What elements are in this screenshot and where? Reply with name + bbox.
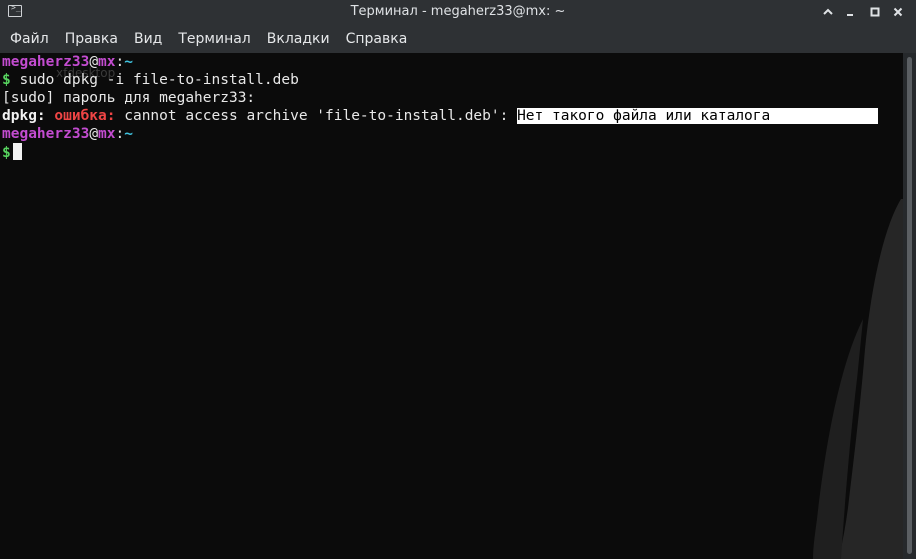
menu-file[interactable]: Файл xyxy=(2,25,57,53)
menu-edit[interactable]: Правка xyxy=(57,25,126,53)
menu-view[interactable]: Вид xyxy=(126,25,170,53)
keep-above-icon[interactable] xyxy=(818,2,838,22)
title-bar[interactable]: >_ Терминал - megaherz33@mx: ~ xyxy=(0,0,916,25)
minimize-icon[interactable] xyxy=(840,2,860,22)
text-cursor xyxy=(12,143,22,160)
close-icon[interactable] xyxy=(888,2,908,22)
menu-terminal[interactable]: Терминал xyxy=(170,25,258,53)
prompt-line-1: megaherz33@mx:~ xyxy=(2,54,133,70)
error-line: dpkg: ошибка: cannot access archive 'fil… xyxy=(2,107,879,125)
prompt-line-2: megaherz33@mx:~ xyxy=(2,126,133,142)
menu-help[interactable]: Справка xyxy=(338,25,416,53)
window-title: Терминал - megaherz33@mx: ~ xyxy=(350,4,566,19)
menu-tabs[interactable]: Вкладки xyxy=(259,25,338,53)
terminal-output[interactable]: xfdesktop megaherz33@mx:~ $ sudo dpkg -i… xyxy=(0,53,903,559)
command-line: $ sudo dpkg -i file-to-install.deb xyxy=(2,72,299,88)
active-prompt-line[interactable]: $ xyxy=(2,143,22,161)
terminal-window: >_ Терминал - megaherz33@mx: ~ Файл Прав… xyxy=(0,0,916,559)
menu-bar: Файл Правка Вид Терминал Вкладки Справка xyxy=(0,25,916,53)
selected-text[interactable]: Нет такого файла или каталога xyxy=(517,108,879,124)
scrollbar-thumb[interactable] xyxy=(907,57,912,554)
sudo-password-line: [sudo] пароль для megaherz33: xyxy=(2,90,256,106)
mx-linux-watermark-icon xyxy=(813,199,903,559)
maximize-icon[interactable] xyxy=(865,2,885,22)
scrollbar[interactable] xyxy=(903,53,916,559)
